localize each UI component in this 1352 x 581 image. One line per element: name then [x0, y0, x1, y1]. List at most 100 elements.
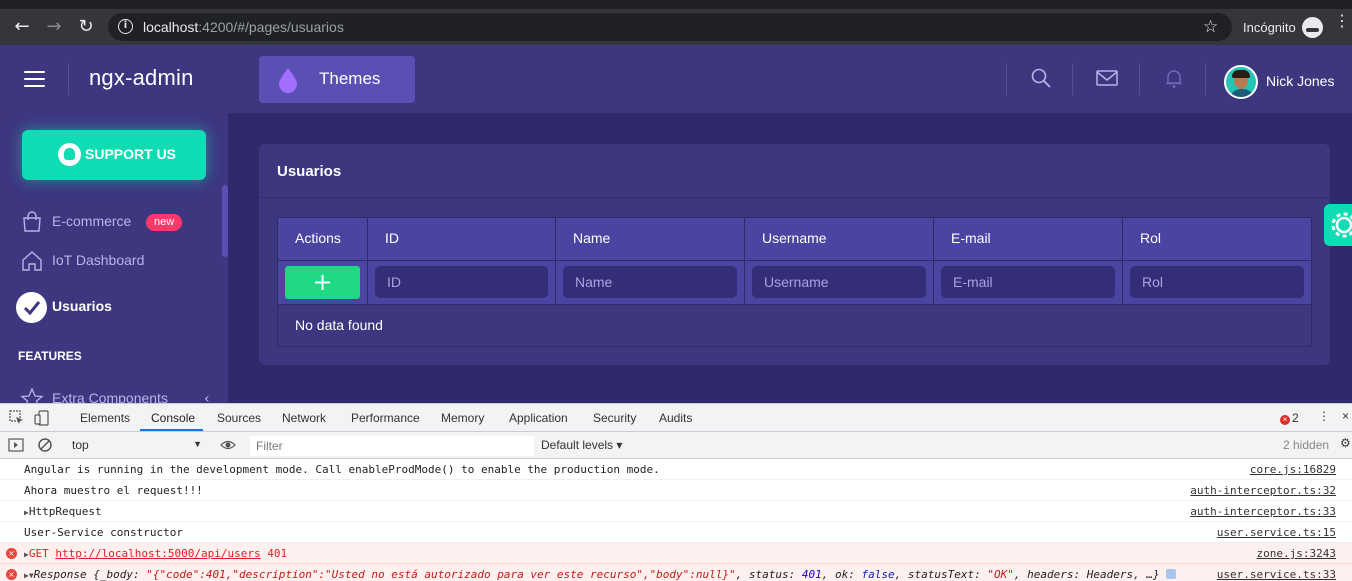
log-line: ▶HttpRequest auth-interceptor.ts:33 [0, 501, 1352, 522]
browser-menu-icon[interactable]: ⋮ [1334, 13, 1350, 29]
clear-console-icon[interactable] [37, 437, 53, 453]
error-counter[interactable]: × 2 [1280, 411, 1299, 425]
gear-icon [1331, 212, 1352, 238]
devtools-menu-icon[interactable]: ⋮ [1318, 409, 1330, 423]
sidebar-item-usuarios[interactable]: Usuarios [0, 289, 222, 325]
reload-icon[interactable]: ↻ [76, 17, 96, 37]
tab-audits[interactable]: Audits [659, 411, 692, 425]
search-icon[interactable] [1030, 67, 1052, 89]
tab-security[interactable]: Security [593, 411, 636, 425]
filter-username-input[interactable] [752, 266, 926, 298]
tab-network[interactable]: Network [282, 411, 326, 425]
log-source-link[interactable]: auth-interceptor.ts:32 [1190, 484, 1336, 497]
droplet-icon [279, 68, 297, 93]
settings-fab[interactable] [1324, 204, 1352, 246]
log-source-link[interactable]: user.service.ts:33 [1217, 568, 1336, 581]
request-url-link[interactable]: http://localhost:5000/api/users [55, 547, 260, 560]
sidebar-scrollbar[interactable] [222, 185, 228, 257]
device-toggle-icon[interactable] [34, 410, 50, 426]
log-line: User-Service constructor user.service.ts… [0, 522, 1352, 543]
context-select[interactable]: top ▼ [66, 436, 206, 455]
filter-rol-input[interactable] [1130, 266, 1304, 298]
card-divider [259, 197, 1330, 198]
filter-email-input[interactable] [941, 266, 1115, 298]
user-avatar[interactable] [1224, 65, 1258, 99]
sidebar-item-ecommerce[interactable]: E-commerce new [0, 204, 222, 240]
incognito-label: Incógnito [1243, 20, 1296, 35]
bookmark-star-icon[interactable]: ☆ [1203, 17, 1218, 37]
column-header-username[interactable]: Username [745, 218, 934, 260]
column-header-rol[interactable]: Rol [1123, 218, 1312, 260]
bell-icon[interactable] [1163, 67, 1185, 89]
filter-cell: + [278, 261, 368, 305]
themes-button[interactable]: Themes [259, 56, 415, 103]
sidebar-item-label: IoT Dashboard [52, 252, 145, 268]
log-source-link[interactable]: user.service.ts:15 [1217, 526, 1336, 539]
features-section-title: FEATURES [18, 349, 82, 363]
user-name[interactable]: Nick Jones [1266, 73, 1334, 89]
address-bar[interactable]: i localhost:4200/#/pages/usuarios [108, 13, 1232, 41]
forward-arrow-icon[interactable]: → [44, 17, 64, 37]
column-header-actions: Actions [278, 218, 368, 260]
sidebar-toggle-icon[interactable] [8, 437, 24, 453]
sidebar-item-iot-dashboard[interactable]: IoT Dashboard [0, 243, 222, 279]
info-icon[interactable]: i [118, 19, 133, 34]
empty-message: No data found [295, 317, 383, 333]
filter-name-input[interactable] [563, 266, 737, 298]
hamburger-menu-icon[interactable] [24, 71, 45, 87]
console-filter-input[interactable] [250, 436, 534, 456]
support-us-button[interactable]: SUPPORT US [22, 130, 206, 180]
support-us-label: SUPPORT US [85, 146, 177, 162]
back-arrow-icon[interactable]: ← [12, 17, 32, 37]
home-icon [22, 251, 42, 271]
add-button[interactable]: + [285, 266, 360, 299]
context-value: top [72, 438, 89, 452]
column-header-name[interactable]: Name [556, 218, 745, 260]
log-source-link[interactable]: core.js:16829 [1250, 463, 1336, 476]
column-header-id[interactable]: ID [368, 218, 556, 260]
card-title: Usuarios [277, 163, 342, 180]
hidden-count: 2 hidden [1283, 438, 1330, 452]
log-object-label: HttpRequest [28, 505, 102, 518]
error-icon: × [1280, 415, 1290, 425]
log-source-link[interactable]: zone.js:3243 [1257, 547, 1336, 560]
tab-elements[interactable]: Elements [80, 411, 130, 425]
incognito-icon[interactable] [1302, 17, 1323, 38]
console-settings-icon[interactable]: ⚙ [1340, 436, 1351, 450]
log-message[interactable]: ▶HttpRequest [24, 505, 102, 518]
log-message: Angular is running in the development mo… [24, 463, 660, 476]
response-body: "{"code":401,"description":"Usted no est… [146, 568, 736, 581]
log-source-link[interactable]: auth-interceptor.ts:33 [1190, 505, 1336, 518]
tab-memory[interactable]: Memory [441, 411, 484, 425]
close-icon[interactable]: × [1342, 409, 1349, 423]
column-header-email[interactable]: E-mail [934, 218, 1123, 260]
inspect-icon[interactable] [9, 410, 25, 426]
log-levels-dropdown[interactable]: Default levels ▾ [541, 438, 622, 452]
log-line: Ahora muestro el request!!! auth-interce… [0, 480, 1352, 501]
tab-performance[interactable]: Performance [351, 411, 420, 425]
response-statustext-value: "OK" [987, 568, 1014, 581]
mail-icon[interactable] [1096, 67, 1118, 89]
devtools-tabs: Elements Console Sources Network Perform… [0, 404, 1352, 432]
filter-row: + [278, 260, 1311, 305]
github-icon [58, 143, 81, 166]
new-badge: new [146, 214, 183, 231]
header-divider [1205, 63, 1206, 95]
app-logo[interactable]: ngx-admin [89, 65, 194, 91]
dropdown-arrow-icon: ▼ [193, 439, 202, 449]
error-log-line: × ▶▼Response {_body: "{"code":401,"descr… [0, 564, 1352, 581]
eye-icon[interactable] [220, 437, 236, 453]
tab-console[interactable]: Console [151, 411, 195, 425]
response-prefix: Response {_body: [33, 568, 147, 581]
response-status-value: 401 [801, 568, 822, 581]
url-text: localhost:4200/#/pages/usuarios [143, 19, 344, 35]
log-line: Angular is running in the development mo… [0, 459, 1352, 480]
tab-application[interactable]: Application [509, 411, 568, 425]
tab-sources[interactable]: Sources [217, 411, 261, 425]
table-header: Actions ID Name Username E-mail Rol [278, 218, 1311, 260]
header-divider [1072, 63, 1073, 95]
filter-id-input[interactable] [375, 266, 548, 298]
error-count-value: 2 [1292, 411, 1299, 425]
filter-cell [368, 261, 556, 305]
log-message: User-Service constructor [24, 526, 183, 539]
